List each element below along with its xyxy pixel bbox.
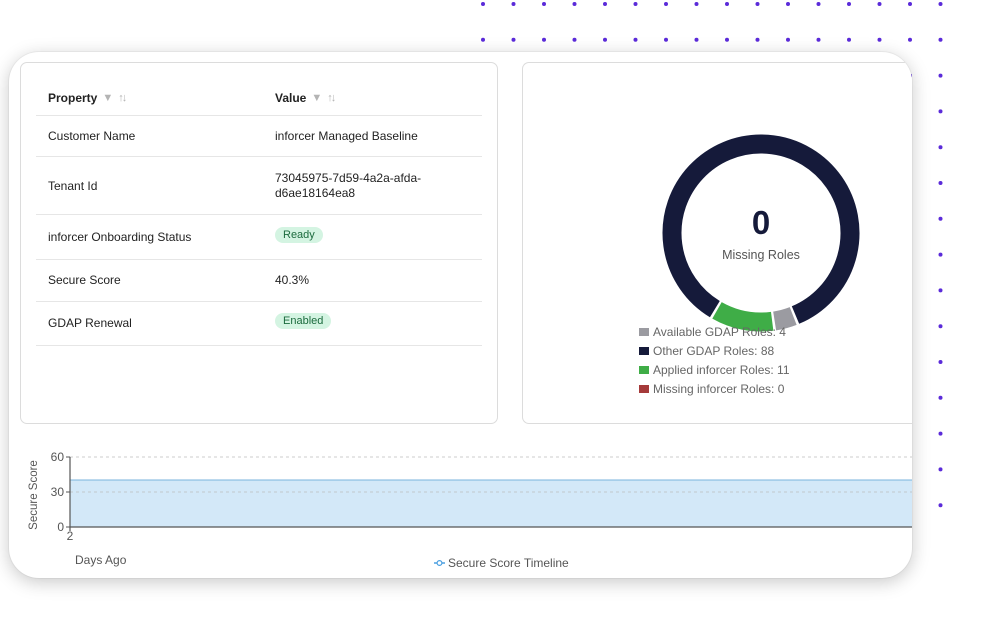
tenant-id-line-2: d6ae18164ea8 bbox=[275, 186, 356, 200]
value-header-label: Value bbox=[275, 91, 307, 105]
x-axis-label: Days Ago bbox=[75, 553, 127, 567]
status-badge: Ready bbox=[275, 227, 323, 243]
chart-legend-item[interactable]: Secure Score Timeline bbox=[434, 556, 569, 570]
table-row: Customer Name inforcer Managed Baseline bbox=[36, 116, 482, 157]
missing-roles-label: Missing Roles bbox=[722, 248, 800, 262]
property-cell: inforcer Onboarding Status bbox=[48, 230, 192, 244]
filter-icon[interactable]: ▼ bbox=[311, 92, 322, 104]
y-tick-label: 0 bbox=[57, 520, 64, 534]
legend-item[interactable]: Applied inforcer Roles: 11 bbox=[639, 360, 790, 379]
legend-label: Applied inforcer Roles: 11 bbox=[653, 362, 790, 377]
legend-swatch bbox=[639, 365, 649, 374]
legend-item[interactable]: Available GDAP Roles: 4 bbox=[639, 322, 790, 341]
legend-swatch bbox=[639, 327, 649, 336]
onboarding-status-cell: Ready bbox=[275, 227, 323, 243]
property-cell: Customer Name bbox=[48, 129, 136, 143]
sort-icon[interactable]: ↑↓ bbox=[118, 92, 127, 104]
table-header-row: Property ▼ ↑↓ Value ▼ ↑↓ bbox=[36, 83, 482, 116]
secure-score-chart: 60 30 02 Secure Score Days Ago Secure Scor… bbox=[28, 450, 912, 570]
tenant-properties-panel: Property ▼ ↑↓ Value ▼ ↑↓ Customer Name i… bbox=[20, 62, 498, 424]
table-row: GDAP Renewal Enabled bbox=[36, 302, 482, 346]
value-column-header[interactable]: Value ▼ ↑↓ bbox=[275, 91, 336, 105]
dashboard-card: Property ▼ ↑↓ Value ▼ ↑↓ Customer Name i… bbox=[9, 52, 912, 578]
filter-icon[interactable]: ▼ bbox=[102, 92, 113, 104]
roles-donut-chart: 0 Missing Roles bbox=[662, 134, 860, 332]
legend-label: Missing inforcer Roles: 0 bbox=[653, 381, 785, 396]
tenant-id-cell: 73045975-7d59-4a2a-afda- d6ae18164ea8 bbox=[275, 171, 421, 201]
table-row: Secure Score 40.3% bbox=[36, 260, 482, 302]
table-row: Tenant Id 73045975-7d59-4a2a-afda- d6ae1… bbox=[36, 157, 482, 215]
legend-item[interactable]: Other GDAP Roles: 88 bbox=[639, 341, 790, 360]
legend-item[interactable]: Missing inforcer Roles: 0 bbox=[639, 379, 790, 398]
legend-swatch bbox=[639, 346, 649, 355]
tenant-id-line-1: 73045975-7d59-4a2a-afda- bbox=[275, 171, 422, 185]
gdap-roles-panel: 0 Missing Roles Available GDAP Roles: 4 O… bbox=[522, 62, 912, 424]
value-cell: 40.3% bbox=[275, 273, 310, 287]
status-badge: Enabled bbox=[275, 313, 332, 329]
property-header-label: Property bbox=[48, 91, 98, 105]
property-column-header[interactable]: Property ▼ ↑↓ bbox=[48, 91, 127, 105]
value-cell: inforcer Managed Baseline bbox=[275, 129, 418, 143]
gdap-renewal-cell: Enabled bbox=[275, 313, 332, 329]
table-row: inforcer Onboarding Status Ready bbox=[36, 215, 482, 260]
legend-series-label: Secure Score Timeline bbox=[448, 556, 569, 570]
secure-score-area bbox=[70, 480, 912, 527]
roles-legend: Available GDAP Roles: 4 Other GDAP Roles:… bbox=[639, 322, 790, 398]
y-axis-label: Secure Score bbox=[28, 460, 40, 530]
sort-icon[interactable]: ↑↓ bbox=[327, 92, 336, 104]
missing-roles-count: 0 bbox=[752, 204, 770, 241]
y-tick-label: 30 bbox=[51, 485, 65, 499]
y-tick-label: 60 bbox=[51, 450, 65, 464]
properties-table: Property ▼ ↑↓ Value ▼ ↑↓ Customer Name i… bbox=[36, 83, 482, 346]
legend-marker-icon bbox=[436, 559, 443, 566]
property-cell: Tenant Id bbox=[48, 179, 98, 193]
available-gdap-roles-segment[interactable] bbox=[772, 307, 797, 331]
legend-label: Available GDAP Roles: 4 bbox=[653, 324, 786, 339]
applied-inforcer-roles-segment[interactable] bbox=[712, 301, 774, 332]
x-tick-label: 2 bbox=[67, 529, 74, 543]
property-cell: Secure Score bbox=[48, 273, 121, 287]
legend-label: Other GDAP Roles: 88 bbox=[653, 343, 775, 358]
legend-swatch bbox=[639, 384, 649, 393]
property-cell: GDAP Renewal bbox=[48, 316, 132, 330]
